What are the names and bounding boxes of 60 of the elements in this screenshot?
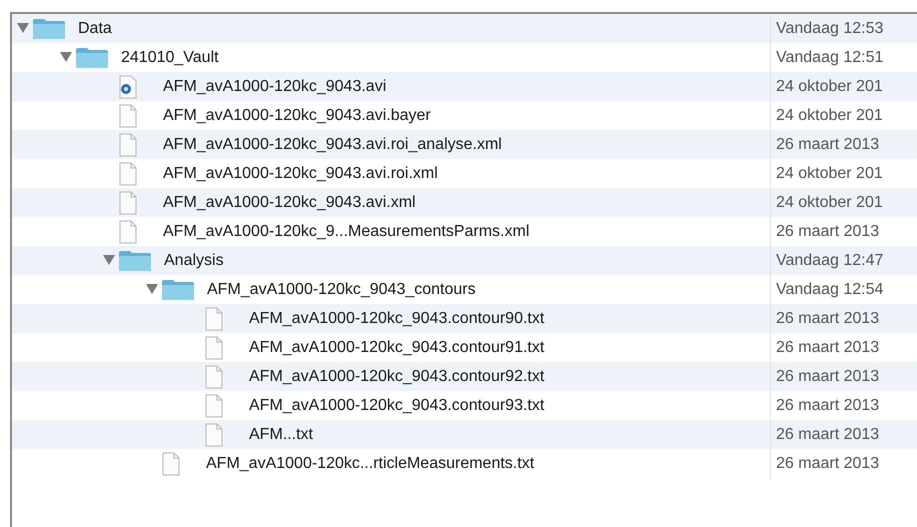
file-name: AFM_avA1000-120kc...rticleMeasurements.txt	[206, 454, 534, 474]
folder-icon	[161, 278, 195, 300]
folder-icon	[118, 250, 152, 272]
date-modified: 26 maart 2013	[776, 366, 880, 386]
disclosure-triangle-icon[interactable]	[17, 23, 29, 33]
date-modified: 26 maart 2013	[776, 338, 880, 358]
file-row[interactable]: AFM_avA1000-120kc_9043.contour90.txt 26 maart 2013	[12, 304, 917, 333]
document-icon	[204, 394, 224, 418]
file-name: AFM_avA1000-120kc_9043.avi.xml	[163, 192, 416, 212]
file-name: AFM_avA1000-120kc_9043.avi.bayer	[163, 106, 431, 126]
file-row[interactable]: AFM_avA1000-120kc_9043.contour92.txt 26 maart 2013	[12, 362, 917, 391]
date-modified: 26 maart 2013	[776, 308, 880, 328]
file-name: AFM_avA1000-120kc_9...MeasurementsParms.xml	[163, 222, 530, 242]
document-icon	[118, 190, 138, 214]
date-modified: 24 oktober 201	[776, 164, 883, 184]
file-name: AFM_avA1000-120kc_9043.contour92.txt	[249, 366, 544, 386]
disclosure-triangle-icon[interactable]	[60, 52, 72, 62]
file-row[interactable]: AFM...txt 26 maart 2013	[12, 420, 917, 449]
date-modified: Vandaag 12:47	[776, 250, 884, 270]
date-modified: 26 maart 2013	[776, 396, 880, 416]
file-name: AFM_avA1000-120kc_9043.avi.roi.xml	[163, 164, 438, 184]
disclosure-triangle-icon[interactable]	[146, 284, 158, 294]
date-modified: 26 maart 2013	[776, 134, 880, 154]
date-modified: 24 oktober 201	[776, 192, 883, 212]
date-modified: 24 oktober 201	[776, 76, 883, 96]
file-name: AFM_avA1000-120kc_9043.contour91.txt	[249, 338, 544, 358]
date-modified: Vandaag 12:51	[776, 48, 884, 68]
document-icon	[161, 452, 181, 476]
document-icon	[204, 364, 224, 388]
file-name: Data	[78, 18, 112, 38]
file-name: AFM_avA1000-120kc_9043.contour93.txt	[249, 396, 544, 416]
file-name: AFM_avA1000-120kc_9043.avi.roi_analyse.xml	[163, 134, 502, 154]
file-name: AFM_avA1000-120kc_9043.contour90.txt	[249, 308, 544, 328]
folder-icon	[32, 18, 66, 40]
document-icon	[118, 132, 138, 156]
file-name: Analysis	[164, 250, 224, 270]
date-modified: 24 oktober 201	[776, 106, 883, 126]
file-name: 241010_Vault	[121, 48, 219, 68]
file-row[interactable]: AFM_avA1000-120kc_9043.avi 24 oktober 201	[12, 72, 917, 101]
date-modified: 26 maart 2013	[776, 222, 880, 242]
date-modified: 26 maart 2013	[776, 454, 880, 474]
file-name: AFM...txt	[249, 424, 313, 444]
document-icon	[204, 306, 224, 330]
document-icon	[118, 104, 138, 128]
disclosure-triangle-icon[interactable]	[103, 255, 115, 265]
file-row[interactable]: AFM_avA1000-120kc_9043.avi.roi_analyse.xml 26 maart 2013	[12, 130, 917, 159]
file-row[interactable]: Analysis Vandaag 12:47	[12, 246, 917, 275]
video-file-icon	[118, 74, 138, 98]
document-icon	[118, 220, 138, 244]
file-name: AFM_avA1000-120kc_9043_contours	[207, 280, 476, 300]
document-icon	[204, 422, 224, 446]
file-name: AFM_avA1000-120kc_9043.avi	[163, 76, 386, 96]
document-icon	[118, 162, 138, 186]
file-row[interactable]: AFM_avA1000-120kc_9043.avi.xml 24 oktober 201	[12, 188, 917, 217]
document-icon	[204, 336, 224, 360]
date-modified: Vandaag 12:53	[776, 18, 884, 38]
date-modified: Vandaag 12:54	[776, 280, 884, 300]
file-row[interactable]: Data Vandaag 12:53	[12, 14, 917, 43]
folder-icon	[75, 46, 109, 68]
date-modified: 26 maart 2013	[776, 424, 880, 444]
